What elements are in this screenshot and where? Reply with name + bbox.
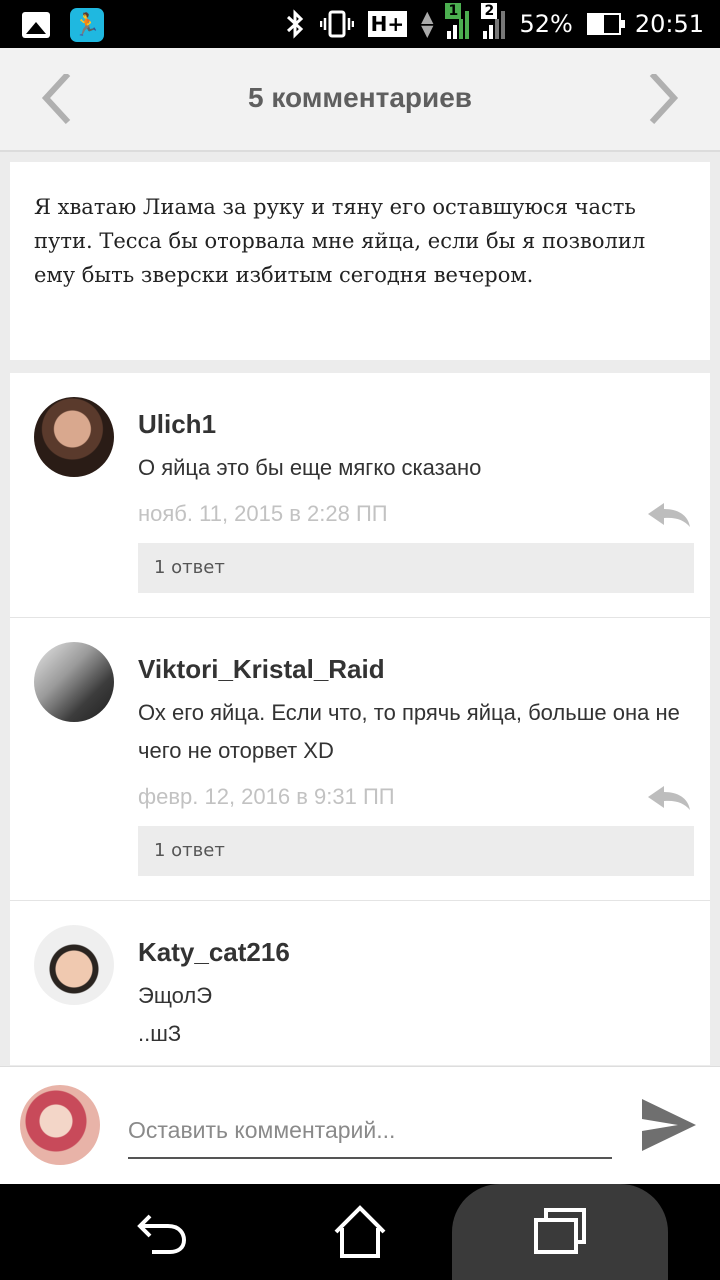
network-type: H+ bbox=[367, 11, 408, 37]
comment-date: февр. 12, 2016 в 9:31 ПП bbox=[138, 784, 395, 809]
comment-text-line: ..шЗ bbox=[138, 1021, 182, 1046]
status-bar: 🏃 H+ ▲ ▼ 1 2 52% 20:51 bbox=[0, 0, 720, 48]
signal-icon: 1 bbox=[445, 3, 470, 39]
send-icon[interactable] bbox=[640, 1097, 698, 1153]
comment-text: ЭщолЭ ..шЗ bbox=[138, 977, 694, 1053]
comment-input[interactable] bbox=[128, 1103, 612, 1159]
clock: 20:51 bbox=[634, 10, 704, 38]
comment-item: Ulich1 О яйца это бы еще мягко сказано н… bbox=[10, 373, 710, 618]
comment-text: О яйца это бы еще мягко сказано bbox=[138, 455, 482, 480]
comment-text: Ох его яйца. Если что, то прячь яйца, бо… bbox=[138, 700, 680, 763]
app-icon: 🏃 bbox=[70, 8, 104, 42]
recents-icon[interactable] bbox=[530, 1202, 590, 1262]
replies-button[interactable]: 1 ответ bbox=[138, 543, 694, 593]
sim1-label: 1 bbox=[445, 3, 462, 19]
battery-icon bbox=[586, 13, 625, 35]
navigation-bar bbox=[0, 1184, 720, 1280]
comment-username[interactable]: Ulich1 bbox=[138, 407, 694, 441]
comment-item: Katy_cat216 ЭщолЭ ..шЗ bbox=[10, 901, 710, 1065]
comment-text-line: ЭщолЭ bbox=[138, 983, 213, 1008]
photo-icon bbox=[22, 12, 50, 38]
comment-username[interactable]: Viktori_Kristal_Raid bbox=[138, 652, 694, 686]
vibrate-icon bbox=[319, 10, 354, 38]
chevron-right-icon[interactable] bbox=[636, 74, 686, 124]
comment-composer bbox=[0, 1066, 720, 1184]
replies-button[interactable]: 1 ответ bbox=[138, 826, 694, 876]
comment-username[interactable]: Katy_cat216 bbox=[138, 935, 694, 969]
comments-header: 5 комментариев bbox=[0, 48, 720, 152]
comment-item: Viktori_Kristal_Raid Ох его яйца. Если ч… bbox=[10, 618, 710, 901]
avatar[interactable] bbox=[34, 642, 114, 722]
story-excerpt: Я хватаю Лиама за руку и тяну его оставш… bbox=[10, 162, 710, 360]
battery-percent: 52% bbox=[519, 10, 573, 38]
bluetooth-icon bbox=[286, 9, 303, 39]
comment-date: нояб. 11, 2015 в 2:28 ПП bbox=[138, 501, 388, 526]
avatar[interactable] bbox=[34, 925, 114, 1005]
data-arrows-icon: ▲ ▼ bbox=[421, 7, 434, 40]
reply-icon[interactable] bbox=[646, 784, 692, 812]
sim2-label: 2 bbox=[481, 3, 498, 19]
avatar[interactable] bbox=[34, 397, 114, 477]
reply-icon[interactable] bbox=[646, 501, 692, 529]
page-title: 5 комментариев bbox=[247, 82, 473, 113]
comment-list: Ulich1 О яйца это бы еще мягко сказано н… bbox=[10, 373, 710, 1065]
home-icon[interactable] bbox=[330, 1202, 390, 1262]
signal-icon-2: 2 bbox=[481, 3, 506, 39]
back-icon[interactable] bbox=[130, 1202, 190, 1262]
avatar bbox=[20, 1085, 100, 1165]
